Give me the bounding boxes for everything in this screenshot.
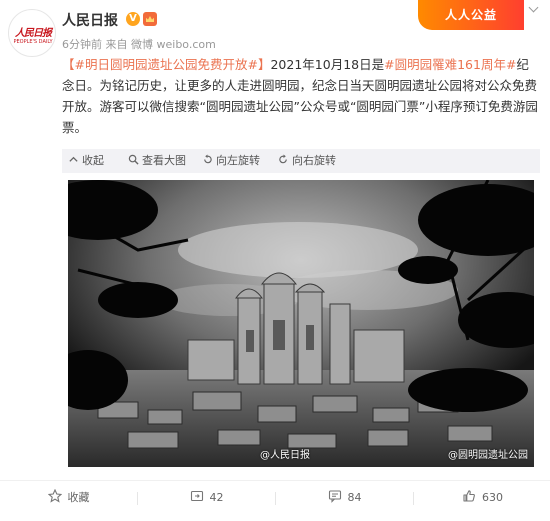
chevron-down-icon[interactable]	[526, 2, 542, 18]
post-header: 人民日报 PEOPLE'S DAILY 人民日报 V 6分钟前 来自 微博 we…	[0, 0, 550, 57]
image-toolbar: 收起 查看大图 向左旋转 向右旋转	[62, 149, 540, 173]
watermark-right: @圆明园遗址公园	[448, 450, 528, 461]
post-text: 【#明日圆明园遗址公园免费开放#】2021年10月18日是#圆明园罹难161周年…	[62, 54, 540, 138]
avatar-logo-subtext: PEOPLE'S DAILY	[13, 39, 53, 45]
bracket-open: 【	[62, 57, 75, 72]
avatar-logo-text: 人民日报	[15, 28, 52, 39]
favorite-button[interactable]: 收藏	[0, 481, 137, 515]
view-large-label: 查看大图	[142, 154, 186, 167]
username[interactable]: 人民日报	[62, 10, 118, 30]
magnify-icon	[128, 154, 139, 165]
topic-link[interactable]: #圆明园罹难161周年#	[384, 57, 516, 72]
view-large-button[interactable]: 查看大图	[128, 149, 186, 173]
post-text-segment: 2021年10月18日是	[270, 57, 385, 72]
post-photo[interactable]: @人民日报 @圆明园遗址公园	[68, 180, 534, 467]
repost-count: 42	[209, 491, 224, 504]
rotate-right-label: 向右旋转	[292, 154, 336, 167]
ruins-photo-illustration	[68, 180, 534, 467]
collapse-icon	[69, 156, 78, 162]
post-time[interactable]: 6分钟前	[62, 38, 102, 51]
bracket-close: 】	[257, 57, 271, 72]
charity-banner[interactable]: 人人公益	[418, 0, 524, 30]
crown-badge-icon	[143, 12, 157, 26]
thumbs-up-icon	[463, 490, 475, 502]
favorite-label: 收藏	[67, 491, 90, 504]
repost-button[interactable]: 42	[138, 481, 275, 515]
like-button[interactable]: 630	[414, 481, 550, 515]
comment-button[interactable]: 84	[276, 481, 413, 515]
post-meta: 6分钟前 来自 微博 weibo.com	[62, 36, 216, 52]
star-icon	[47, 489, 62, 503]
collapse-button[interactable]: 收起	[68, 149, 104, 173]
watermark-left: @人民日报	[260, 450, 310, 461]
rotate-left-icon	[204, 154, 212, 164]
rotate-right-icon	[279, 154, 287, 164]
action-bar: 收藏 42 84 630	[0, 480, 550, 515]
rotate-left-button[interactable]: 向左旋转	[202, 149, 260, 173]
rotate-right-button[interactable]: 向右旋转	[278, 149, 336, 173]
post-source[interactable]: 微博 weibo.com	[131, 38, 216, 51]
verified-badge-icon: V	[126, 12, 140, 26]
avatar[interactable]: 人民日报 PEOPLE'S DAILY	[8, 9, 56, 57]
rotate-left-label: 向左旋转	[216, 154, 260, 167]
repost-icon	[190, 490, 203, 502]
collapse-label: 收起	[82, 154, 104, 167]
post-from-label: 来自	[105, 38, 128, 51]
topic-link[interactable]: #明日圆明园遗址公园免费开放#	[75, 57, 258, 72]
comment-count: 84	[347, 491, 362, 504]
comment-icon	[328, 490, 341, 503]
like-count: 630	[482, 491, 503, 504]
